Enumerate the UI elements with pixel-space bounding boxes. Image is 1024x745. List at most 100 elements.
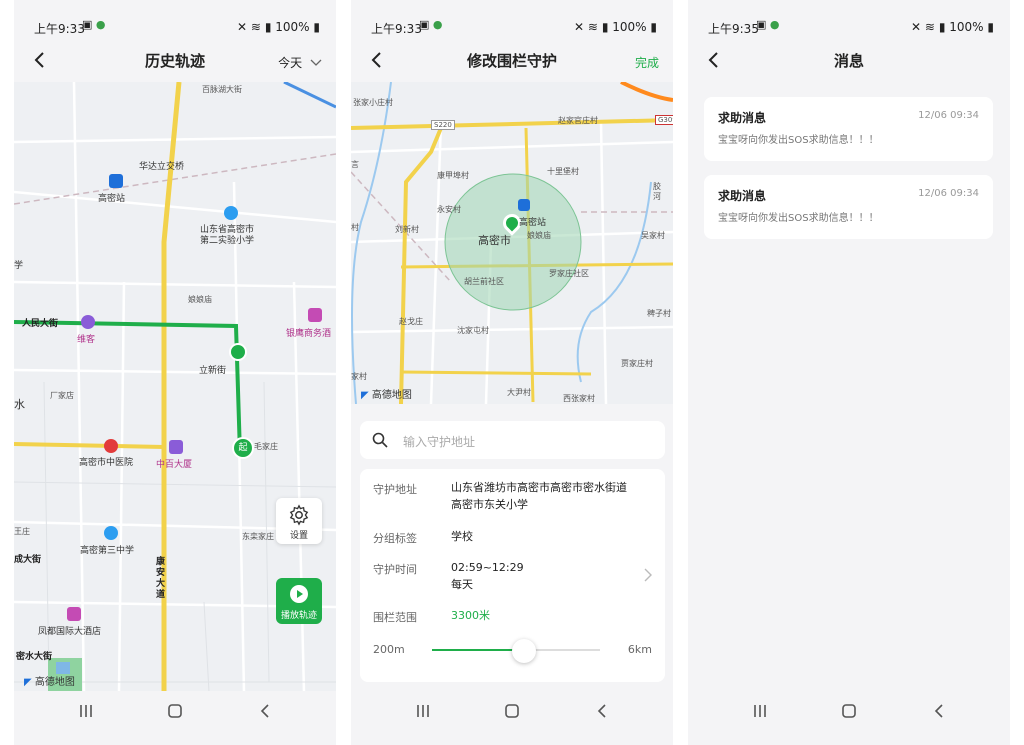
- address-value[interactable]: 山东省潍坊市高密市高密市密水街道 高密市东关小学: [451, 479, 627, 513]
- system-nav-bar: [351, 691, 673, 731]
- settings-label: 设置: [289, 531, 308, 541]
- hotel-icon: [67, 607, 81, 621]
- play-track-button[interactable]: 播放轨迹: [276, 578, 322, 624]
- group-value[interactable]: 学校: [451, 528, 473, 545]
- date-filter[interactable]: 今天: [278, 54, 322, 71]
- map-label: 百脉湖大街: [202, 85, 242, 94]
- map-label: 稗子村: [647, 309, 671, 318]
- wifi-icon: ≋: [587, 20, 598, 34]
- back-nav-icon[interactable]: [591, 699, 615, 723]
- status-bar: 上午9:35 ▣ ● ✕ ≋ ▮ 100% ▮: [688, 14, 1010, 42]
- map-label: 胶河: [653, 182, 661, 201]
- map-label: 娘娘庙: [527, 231, 551, 240]
- message-title: 求助消息: [718, 111, 767, 125]
- signal-icon: ▮: [264, 20, 272, 34]
- search-input[interactable]: 输入守护地址: [403, 433, 475, 450]
- status-notification-icons: ▣ ●: [756, 18, 780, 31]
- map-label: 高密站: [98, 194, 126, 204]
- play-icon: [290, 585, 308, 603]
- fence-settings-card: 守护地址 山东省潍坊市高密市高密市密水街道 高密市东关小学 分组标签 学校 守护…: [360, 469, 665, 682]
- map-label: 学: [14, 261, 24, 271]
- system-nav-bar: [14, 691, 336, 731]
- status-right: ✕ ≋ ▮ 100% ▮: [574, 20, 657, 34]
- message-card[interactable]: 求助消息 12/06 09:34 宝宝呀向你发出SOS求助信息！！！: [704, 97, 993, 161]
- map-label: 银鹰商务酒: [286, 329, 332, 339]
- recent-apps-icon[interactable]: [74, 699, 98, 723]
- track-start-marker: 起: [232, 437, 254, 459]
- message-date: 12/06 09:34: [918, 188, 979, 199]
- map-label: 赵戈庄: [399, 317, 423, 326]
- status-right: ✕ ≋ ▮ 100% ▮: [237, 20, 320, 34]
- map-label: 康安大道: [156, 557, 166, 600]
- status-time: 上午9:35: [708, 22, 759, 36]
- recent-apps-icon[interactable]: [748, 699, 772, 723]
- page-title: 消息: [833, 52, 864, 70]
- home-icon[interactable]: [837, 699, 861, 723]
- map-label: 华达立交桥: [139, 162, 185, 172]
- map-view[interactable]: 张家小庄村 赵家官庄村 S220 G309 言 十里堡村 康甲埠村 永安村 高密…: [351, 82, 673, 404]
- recent-apps-icon[interactable]: [411, 699, 435, 723]
- message-card[interactable]: 求助消息 12/06 09:34 宝宝呀向你发出SOS求助信息！！！: [704, 175, 993, 239]
- status-time: 上午9:33: [371, 22, 422, 36]
- slider-thumb[interactable]: [512, 639, 537, 663]
- map-label: 密水大街: [16, 652, 53, 662]
- map-label: 康甲埠村: [437, 171, 469, 180]
- slider-min-label: 200m: [373, 643, 405, 656]
- battery-percent: 100%: [949, 20, 984, 34]
- amap-logo-text: 高德地图: [34, 677, 75, 688]
- school-icon: [224, 206, 238, 220]
- hospital-icon: [104, 439, 118, 453]
- station-icon: [109, 174, 123, 188]
- map-view[interactable]: 起 百脉湖大街 华达立交桥 高密站 山东省高密市 第二实验小学 学 娘娘庙 人民…: [14, 82, 336, 692]
- map-label: 大尹村: [507, 388, 531, 397]
- status-notification-icons: ▣ ●: [419, 18, 443, 31]
- amap-logo: ◤ 高德地图: [24, 673, 75, 688]
- slider-max-label: 6km: [627, 643, 652, 656]
- mute-icon: ✕: [911, 20, 922, 34]
- map-label: 王庄: [14, 527, 30, 536]
- battery-percent: 100%: [275, 20, 310, 34]
- wifi-icon: ≋: [250, 20, 261, 34]
- done-button[interactable]: 完成: [635, 54, 659, 71]
- map-label: 吴家村: [641, 231, 665, 240]
- chevron-right-icon[interactable]: [643, 568, 653, 582]
- search-box[interactable]: 输入守护地址: [360, 421, 665, 459]
- home-icon[interactable]: [500, 699, 524, 723]
- map-label: 沈家屯村: [457, 326, 489, 335]
- amap-logo-text: 高德地图: [371, 390, 412, 401]
- chevron-down-icon: [310, 59, 322, 66]
- back-nav-icon[interactable]: [254, 699, 278, 723]
- header: 修改围栏守护 完成: [351, 42, 673, 82]
- track-current-marker: [229, 343, 247, 361]
- mute-icon: ✕: [237, 20, 248, 34]
- hotel-icon: [308, 308, 322, 322]
- status-bar: 上午9:33 ▣ ● ✕ ≋ ▮ 100% ▮: [14, 14, 336, 42]
- school-icon: [104, 526, 118, 540]
- map-label: 贾家庄村: [621, 359, 653, 368]
- station-icon: [518, 199, 530, 211]
- back-nav-icon[interactable]: [928, 699, 952, 723]
- signal-icon: ▮: [601, 20, 609, 34]
- map-label: 维客: [77, 335, 96, 345]
- map-label: 东栾家庄: [242, 532, 274, 541]
- group-label: 分组标签: [373, 532, 417, 545]
- home-icon[interactable]: [163, 699, 187, 723]
- address-line-2: 高密市东关小学: [451, 498, 528, 511]
- range-slider[interactable]: [432, 639, 600, 663]
- map-label: 水: [14, 398, 25, 411]
- edit-fence-screen: 上午9:33 ▣ ● ✕ ≋ ▮ 100% ▮ 修改围栏守护 完成 张家小庄村 …: [351, 0, 673, 745]
- settings-button[interactable]: 设置: [276, 498, 322, 544]
- message-body: 宝宝呀向你发出SOS求助信息！！！: [718, 135, 879, 146]
- range-label: 围栏范围: [373, 611, 417, 624]
- header: 历史轨迹 今天: [14, 42, 336, 82]
- time-label: 守护时间: [373, 563, 417, 576]
- signal-icon: ▮: [938, 20, 946, 34]
- time-value[interactable]: 02:59~12:29 每天: [451, 559, 524, 593]
- map-label: 高密市中医院: [79, 458, 134, 468]
- message-date: 12/06 09:34: [918, 110, 979, 121]
- map-label: 娘娘庙: [188, 295, 212, 304]
- map-label: 村: [351, 223, 359, 232]
- search-icon: [372, 432, 388, 448]
- shop-icon: [81, 315, 95, 329]
- message-title: 求助消息: [718, 189, 767, 203]
